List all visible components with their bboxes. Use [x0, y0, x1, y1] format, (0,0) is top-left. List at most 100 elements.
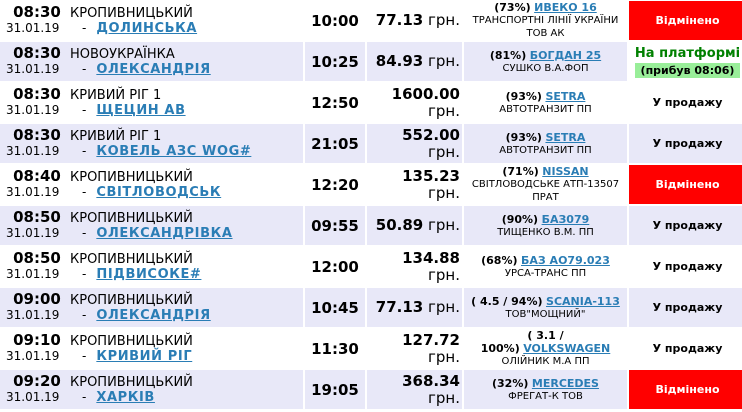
price-currency: грн. — [428, 142, 460, 161]
price-amount: 84.93 — [375, 52, 424, 70]
price-amount: 552.00 — [402, 125, 460, 144]
table-row: 08:30 КРИВИЙ РІГ 1 31.01.19 - ЩЕЦИН АВ 12:5… — [0, 83, 742, 122]
departure-cell: 08:50 КРОПИВНИЦЬКИЙ 31.01.19 - ОЛЕКСАНДРІВК… — [0, 206, 303, 245]
price-cell: 552.00 грн. — [365, 124, 462, 163]
departure-date: 31.01.19 — [6, 62, 60, 76]
departure-time: 09:00 — [13, 290, 61, 308]
origin-station: КРОПИВНИЦЬКИЙ — [70, 211, 193, 226]
price-cell: 84.93 грн. — [365, 42, 462, 81]
dash: - — [82, 308, 87, 322]
departure-date: 31.01.19 — [6, 21, 60, 35]
dash: - — [82, 390, 87, 404]
arrival-time: 12:00 — [303, 247, 365, 286]
departure-time: 08:50 — [13, 208, 61, 226]
price-currency: грн. — [428, 183, 460, 202]
bus-model-link[interactable]: БАЗ АО79.023 — [521, 254, 610, 267]
origin-station: КРИВИЙ РІГ 1 — [70, 88, 162, 103]
bus-load: (90%) — [501, 212, 539, 226]
destination-link[interactable]: ПІДВИСОКЕ# — [96, 267, 201, 282]
bus-load: (81%) — [489, 48, 527, 62]
destination-link[interactable]: СВІТЛОВОДСЬК — [96, 185, 221, 200]
bus-model-link[interactable]: SCANIA-113 — [546, 295, 620, 308]
bus-model-link[interactable]: ИВЕКО 16 — [534, 1, 597, 14]
departure-cell: 08:30 НОВОУКРАЇНКА 31.01.19 - ОЛЕКСАНДРІЯ — [0, 42, 303, 81]
bus-model-link[interactable]: SETRA — [545, 131, 585, 144]
departure-date: 31.01.19 — [6, 144, 60, 158]
price-currency: грн. — [428, 101, 460, 120]
price-amount: 50.89 — [375, 216, 424, 234]
status-badge: У продажу — [627, 206, 742, 245]
carrier: ТИЩЕНКО В.М. ПП — [497, 226, 594, 238]
status-badge: У продажу — [627, 247, 742, 286]
price-amount: 77.13 — [375, 11, 424, 29]
table-row: 08:50 КРОПИВНИЦЬКИЙ 31.01.19 - ОЛЕКСАНДРІВК… — [0, 206, 742, 245]
bus-cell: (32%) MERCEDES ФРЕГАТ-К ТОВ — [462, 370, 627, 409]
carrier: ФРЕГАТ-К ТОВ — [508, 390, 583, 402]
dash: - — [82, 349, 87, 363]
bus-model-link[interactable]: MERCEDES — [532, 377, 599, 390]
price-cell: 368.34 грн. — [365, 370, 462, 409]
bus-load: (32%) — [492, 376, 529, 390]
bus-cell: ( 4.5 / 94%) SCANIA-113 ТОВ"МОЩНИЙ" — [462, 288, 627, 327]
price-amount: 368.34 — [402, 371, 460, 390]
schedule-table: 08:30 КРОПИВНИЦЬКИЙ 31.01.19- ДОЛИНСЬКА 10… — [0, 0, 742, 411]
dash: - — [82, 267, 87, 281]
price-currency: грн. — [428, 216, 460, 234]
carrier: СУШКО В.А.ФОП — [502, 62, 589, 74]
destination-link[interactable]: КОВЕЛЬ АЗС WOG# — [96, 144, 251, 159]
origin-station: КРОПИВНИЦЬКИЙ — [70, 334, 193, 349]
bus-model-link[interactable]: SETRA — [545, 90, 585, 103]
status-badge: У продажу — [627, 329, 742, 368]
carrier: ТОВ"МОЩНИЙ" — [505, 308, 586, 320]
bus-model-link[interactable]: БАЗ079 — [542, 213, 590, 226]
arrival-time: 19:05 — [303, 370, 365, 409]
table-row: 08:30 КРОПИВНИЦЬКИЙ 31.01.19 - ДОЛИНСЬКА 10… — [0, 1, 742, 40]
destination-link[interactable]: ОЛЕКСАНДРІЯ — [96, 62, 210, 77]
price-amount: 135.23 — [402, 166, 460, 185]
origin-station: КРОПИВНИЦЬКИЙ — [70, 375, 193, 390]
departure-time: 08:30 — [13, 126, 61, 144]
departure-time: 08:40 — [13, 167, 61, 185]
status-badge: Відмінено — [627, 1, 742, 40]
bus-model-link[interactable]: БОГДАН 25 — [530, 49, 601, 62]
dash: - — [82, 144, 87, 158]
status-badge: Відмінено — [627, 165, 742, 204]
arrival-time: 11:30 — [303, 329, 365, 368]
arrival-time: 12:20 — [303, 165, 365, 204]
destination-link[interactable]: ЩЕЦИН АВ — [96, 103, 185, 118]
carrier: ТРАНСПОРТНІ ЛІНІЇ УКРАЇНИ ТОВ АК — [472, 15, 619, 39]
dash: - — [82, 226, 87, 240]
destination-link[interactable]: ОЛЕКСАНДРІВКА — [96, 226, 232, 241]
destination-link[interactable]: КРИВИЙ РІГ — [96, 349, 192, 364]
departure-date: 31.01.19 — [6, 226, 60, 240]
bus-cell: (90%) БАЗ079 ТИЩЕНКО В.М. ПП — [462, 206, 627, 245]
bus-cell: (81%) БОГДАН 25 СУШКО В.А.ФОП — [462, 42, 627, 81]
departure-cell: 08:30 КРОПИВНИЦЬКИЙ 31.01.19 - ДОЛИНСЬКА — [0, 1, 303, 40]
destination-link[interactable]: ХАРКІВ — [96, 390, 155, 405]
departure-cell: 09:00 КРОПИВНИЦЬКИЙ 31.01.19 - ОЛЕКСАНДРІЯ — [0, 288, 303, 327]
departure-time: 09:10 — [13, 331, 61, 349]
destination-link[interactable]: ОЛЕКСАНДРІЯ — [96, 308, 210, 323]
destination-link[interactable]: ДОЛИНСЬКА — [96, 21, 197, 36]
price-amount: 127.72 — [402, 330, 460, 349]
origin-station: КРОПИВНИЦЬКИЙ — [70, 6, 193, 21]
origin-station: НОВОУКРАЇНКА — [70, 47, 175, 62]
bus-cell: ( 3.1 / 100%) VOLKSWAGEN ОЛІЙНИК М.А ПП — [462, 329, 627, 368]
departure-date: 31.01.19 — [6, 103, 60, 117]
bus-load-percent: 100%) — [480, 342, 520, 355]
price-currency: грн. — [428, 11, 460, 29]
status-badge: У продажу — [627, 83, 742, 122]
price-currency: грн. — [428, 347, 460, 366]
bus-load: (71%) — [502, 165, 539, 178]
carrier: ОЛІЙНИК М.А ПП — [501, 356, 590, 367]
price-currency: грн. — [428, 388, 460, 407]
bus-load: (68%) — [481, 253, 518, 267]
dash: - — [82, 185, 87, 199]
arrival-time: 10:00 — [303, 1, 365, 40]
bus-model-link[interactable]: VOLKSWAGEN — [523, 342, 610, 355]
departure-date: 31.01.19 — [6, 185, 60, 199]
bus-load: (73%) — [494, 1, 531, 14]
bus-cell: (68%) БАЗ АО79.023 УРСА-ТРАНС ПП — [462, 247, 627, 286]
departure-cell: 08:30 КРИВИЙ РІГ 1 31.01.19 - КОВЕЛЬ АЗС WO… — [0, 124, 303, 163]
bus-model-link[interactable]: NISSAN — [542, 165, 588, 178]
